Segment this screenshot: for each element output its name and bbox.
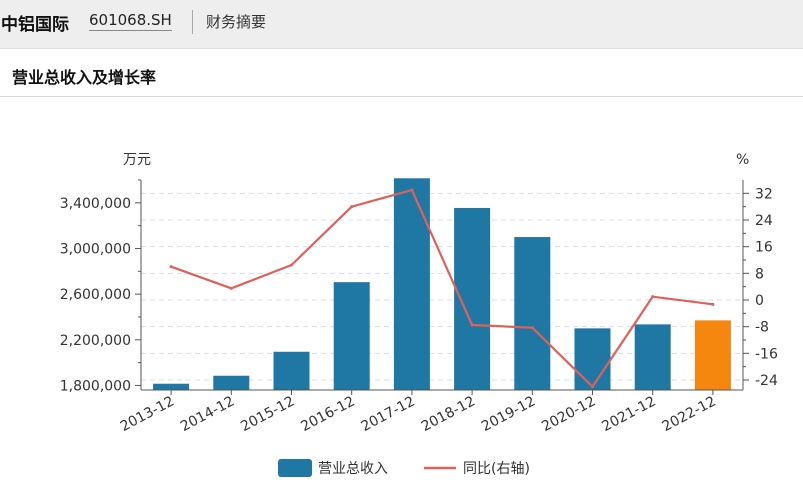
x-tick-label: 2021-12: [599, 393, 658, 435]
left-axis-unit: 万元: [123, 152, 151, 168]
growth-point-2022-12: [711, 302, 715, 306]
legend: 营业总收入 同比(右轴): [278, 459, 530, 477]
bar-2019-12: [514, 237, 551, 390]
growth-point-2018-12: [470, 323, 474, 327]
x-tick-label: 2022-12: [660, 393, 719, 435]
bar-2014-12: [213, 375, 250, 390]
x-tick-label: 2018-12: [419, 393, 478, 435]
right-tick-label: -24: [755, 373, 778, 389]
growth-point-2015-12: [290, 263, 293, 267]
legend-label-revenue: 营业总收入: [318, 461, 388, 477]
growth-line: [169, 188, 715, 389]
bar-2021-12: [634, 324, 671, 390]
right-tick-label: -8: [755, 320, 769, 336]
bar-2020-12: [574, 328, 611, 390]
right-tick-label: -16: [755, 346, 778, 362]
growth-point-2020-12: [591, 385, 594, 389]
x-tick-label: 2016-12: [298, 393, 357, 435]
growth-point-2019-12: [530, 326, 534, 330]
left-tick-label: 2,600,000: [60, 287, 131, 303]
x-tick-label: 2020-12: [539, 393, 598, 435]
bar-2022-12: [694, 320, 731, 390]
top-bar: 中铝国际 601068.SH 财务摘要: [0, 0, 803, 49]
right-tick-label: 0: [755, 293, 764, 309]
right-tick-label: 32: [755, 186, 773, 202]
right-tick-label: 24: [755, 213, 773, 229]
bar-2017-12: [393, 178, 430, 390]
left-tick-label: 3,000,000: [60, 241, 131, 257]
bar-2013-12: [153, 383, 190, 390]
growth-point-2014-12: [229, 286, 233, 290]
chart-title: 营业总收入及增长率: [12, 68, 157, 87]
x-tick-label: 2019-12: [479, 393, 538, 435]
left-tick-label: 3,400,000: [60, 196, 131, 212]
right-axis-unit: %: [736, 152, 749, 168]
legend-label-growth: 同比(右轴): [463, 461, 530, 477]
x-tick-label: 2014-12: [178, 393, 237, 435]
bar-2015-12: [273, 351, 310, 390]
right-tick-label: 16: [755, 240, 773, 256]
left-tick-label: 2,200,000: [60, 333, 131, 349]
section-tab-financial-summary[interactable]: 财务摘要: [206, 11, 266, 32]
stock-code-link[interactable]: 601068.SH: [89, 11, 172, 31]
divider: [192, 10, 193, 34]
x-tick-label: 2013-12: [118, 393, 177, 435]
company-name: 中铝国际: [1, 15, 69, 35]
revenue-growth-chart: 1,800,000 2,200,000 2,600,000 3,000,000 3,40…: [60, 152, 778, 477]
x-tick-label: 2017-12: [359, 393, 418, 435]
growth-point-2013-12: [169, 265, 173, 269]
chart-header: 营业总收入及增长率: [0, 49, 803, 97]
growth-point-2016-12: [350, 205, 354, 209]
legend-swatch-revenue: [278, 459, 312, 477]
right-tick-label: 8: [755, 266, 764, 282]
x-tick-label: 2015-12: [238, 393, 297, 435]
growth-point-2021-12: [651, 295, 655, 299]
growth-point-2017-12: [410, 188, 414, 192]
bar-2016-12: [333, 282, 370, 390]
left-tick-label: 1,800,000: [60, 378, 131, 394]
